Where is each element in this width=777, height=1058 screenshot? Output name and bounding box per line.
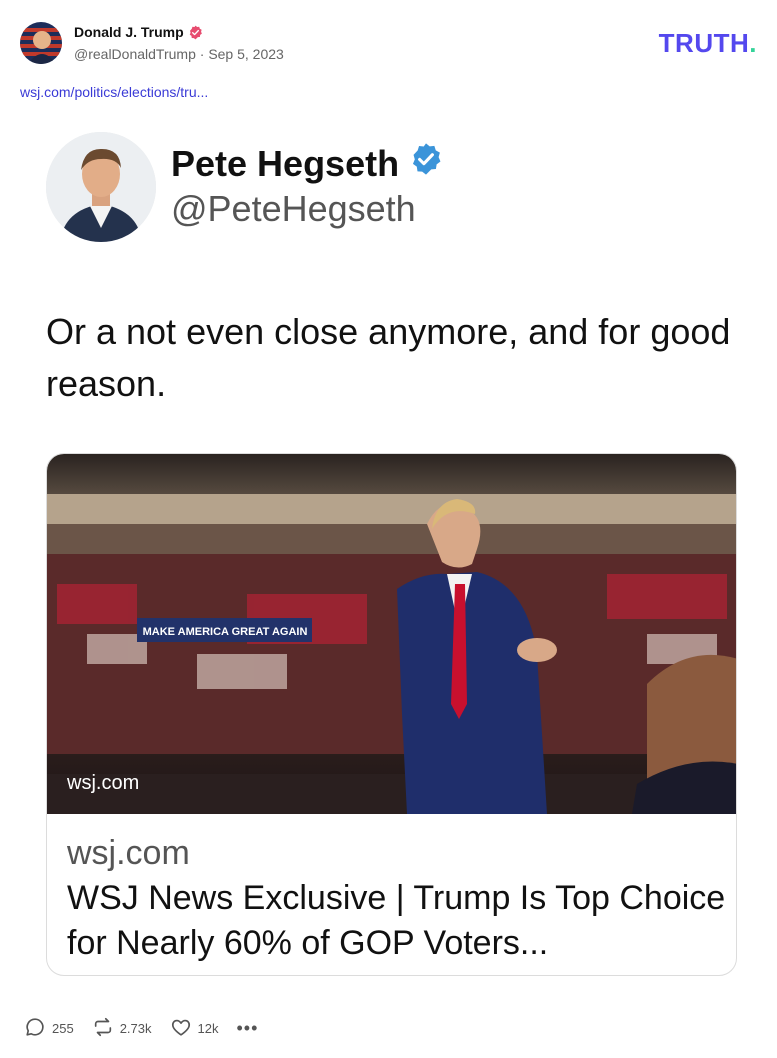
post-meta: @realDonaldTrump · Sep 5, 2023 bbox=[74, 46, 284, 62]
brand-name: TRUTH bbox=[658, 28, 750, 58]
card-image: MAKE AMERICA GREAT AGAIN wsj.com bbox=[47, 454, 736, 814]
verified-badge-icon bbox=[409, 142, 443, 185]
like-count: 12k bbox=[197, 1020, 219, 1036]
post-header: Donald J. Trump @realDonaldTrump · Sep 5… bbox=[20, 20, 757, 70]
comment-icon bbox=[24, 1016, 46, 1041]
card-image-domain: wsj.com bbox=[67, 772, 140, 794]
heart-icon bbox=[170, 1016, 192, 1041]
card-domain: wsj.com bbox=[67, 834, 190, 872]
tweet-author-handle: @PeteHegseth bbox=[171, 188, 416, 229]
post-link[interactable]: wsj.com/politics/elections/tru... bbox=[20, 84, 208, 100]
rally-banner-text: MAKE AMERICA GREAT AGAIN bbox=[143, 626, 308, 638]
author-name-text: Donald J. Trump bbox=[74, 24, 184, 40]
author-handle[interactable]: @realDonaldTrump bbox=[74, 46, 196, 62]
like-button[interactable]: 12k bbox=[170, 1016, 219, 1041]
verified-badge-icon bbox=[188, 25, 203, 40]
retruth-icon bbox=[92, 1016, 114, 1041]
embedded-tweet-image[interactable]: Pete Hegseth @PeteHegseth Or a not even … bbox=[0, 118, 777, 988]
retruth-count: 2.73k bbox=[119, 1020, 152, 1036]
brand-dot: . bbox=[749, 28, 757, 58]
more-icon[interactable]: ••• bbox=[236, 1018, 258, 1039]
link-preview-card: MAKE AMERICA GREAT AGAIN wsj.com wsj.com… bbox=[46, 453, 737, 976]
truth-logo[interactable]: TRUTH. bbox=[659, 28, 757, 59]
reply-button[interactable]: 255 bbox=[24, 1016, 74, 1041]
meta-separator: · bbox=[199, 46, 205, 62]
retruth-button[interactable]: 2.73k bbox=[92, 1016, 152, 1041]
post-actions: 255 2.73k 12k ••• bbox=[24, 1016, 258, 1040]
post-date[interactable]: Sep 5, 2023 bbox=[208, 46, 284, 62]
tweet-author-avatar bbox=[46, 132, 156, 242]
card-title: WSJ News Exclusive | Trump Is Top Choice… bbox=[67, 879, 726, 962]
reply-count: 255 bbox=[52, 1020, 74, 1036]
tweet-text: Or a not even close anymore, and for goo… bbox=[46, 311, 731, 404]
tweet-author-name-text: Pete Hegseth bbox=[171, 142, 400, 184]
author-name[interactable]: Donald J. Trump bbox=[74, 24, 203, 40]
tweet-author-name: Pete Hegseth bbox=[171, 142, 443, 185]
author-avatar[interactable] bbox=[20, 22, 62, 64]
